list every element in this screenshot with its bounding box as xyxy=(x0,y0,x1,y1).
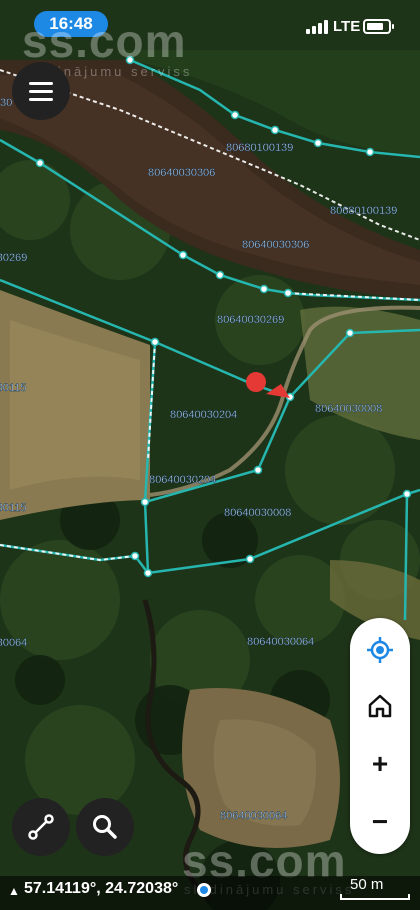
gps-dot-icon xyxy=(197,883,211,897)
map-controls-panel: + − xyxy=(350,618,410,854)
search-icon xyxy=(93,815,117,839)
battery-icon xyxy=(363,19,394,34)
locate-button[interactable] xyxy=(350,624,410,676)
signal-icon xyxy=(306,20,328,34)
status-time[interactable]: 16:48 xyxy=(34,11,108,37)
zoom-in-button[interactable]: + xyxy=(350,738,410,790)
coordinate-bar: ▲ 57.14119°, 24.72038° 50 m xyxy=(0,876,420,910)
crosshair-icon xyxy=(367,637,393,663)
scale-label: 50 m xyxy=(350,876,384,893)
parcel-label: 80640030306 xyxy=(242,239,309,251)
parcel-label: 80640030008 xyxy=(315,403,382,415)
home-icon xyxy=(368,694,392,718)
menu-button[interactable] xyxy=(12,62,70,120)
hamburger-icon xyxy=(29,81,53,85)
parcel-label: 80680100139 xyxy=(330,205,397,217)
parcel-label: 80640030115 xyxy=(0,382,26,394)
plus-icon: + xyxy=(371,748,389,779)
scale-bar xyxy=(340,894,410,900)
route-button[interactable] xyxy=(12,798,70,856)
parcel-label: 80640030269 xyxy=(0,252,27,264)
home-button[interactable] xyxy=(350,680,410,732)
minus-icon: − xyxy=(371,806,389,837)
parcel-label: 80680100139 xyxy=(226,142,293,154)
parcel-label: 80640030269 xyxy=(217,314,284,326)
parcel-label: 80640030064 xyxy=(247,636,314,648)
parcel-label: 80640030064 xyxy=(0,637,27,649)
parcel-label: 30 xyxy=(0,97,12,109)
parcel-label: 80640030204 xyxy=(170,409,237,421)
parcel-label: 80640030008 xyxy=(224,507,291,519)
parcel-label: 80640030306 xyxy=(148,167,215,179)
coordinates-text[interactable]: 57.14119°, 24.72038° xyxy=(24,880,178,898)
location-arrow-icon: ▲ xyxy=(8,884,20,898)
parcel-label: 80640030064 xyxy=(220,810,287,822)
route-icon xyxy=(28,814,54,840)
parcel-label: 80640030115 xyxy=(0,502,26,514)
zoom-out-button[interactable]: − xyxy=(350,796,410,848)
search-button[interactable] xyxy=(76,798,134,856)
status-bar: 16:48 LTE xyxy=(0,0,420,50)
parcel-label: 80640030204 xyxy=(149,474,216,486)
network-label: LTE xyxy=(333,18,361,35)
